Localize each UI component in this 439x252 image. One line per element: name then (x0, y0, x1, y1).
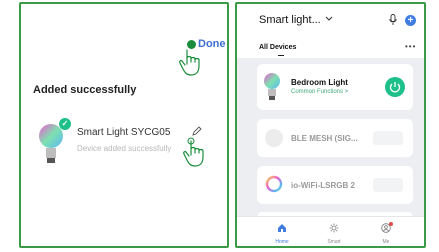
notification-badge (389, 222, 393, 226)
page-title: Added successfully (33, 84, 137, 96)
app-header: Smart light... + (237, 4, 424, 36)
tab-smart-label: Smart (327, 239, 341, 245)
device-tabs: All Devices ••• (237, 36, 424, 58)
device-bulb-image: ✓ (37, 118, 71, 170)
device-card[interactable]: BLE MESH (SIG... (257, 119, 413, 157)
tab-active-indicator (278, 55, 284, 56)
tab-home-label: Home (275, 239, 289, 245)
offline-indicator (373, 178, 403, 192)
home-selector[interactable]: Smart light... (259, 14, 321, 26)
tab-me-label: Me (382, 239, 390, 245)
bottom-tab-bar: Home Smart Me (237, 216, 424, 246)
device-card[interactable]: io-WiFi-LSRGB 2 (257, 166, 413, 204)
tab-me[interactable]: Me (371, 220, 401, 245)
chevron-down-icon[interactable] (325, 16, 333, 22)
pointer-hand-icon (179, 49, 200, 76)
led-strip-icon (265, 175, 283, 193)
device-name: Bedroom Light (291, 78, 348, 87)
device-name: Smart Light SYCG05 (77, 127, 171, 138)
device-status: Device added successfully (77, 144, 172, 153)
device-placeholder-icon (265, 129, 283, 147)
tab-all-devices[interactable]: All Devices (259, 44, 296, 51)
more-options-button[interactable]: ••• (405, 42, 416, 51)
sun-icon (329, 223, 339, 233)
power-icon (389, 82, 401, 93)
success-check-icon: ✓ (59, 118, 71, 130)
device-card[interactable]: Bedroom Light Common Functions > (257, 64, 413, 110)
bulb-icon (264, 73, 280, 100)
pointer-hand-icon (183, 137, 204, 167)
add-device-button[interactable]: + (405, 15, 416, 26)
common-functions-link[interactable]: Common Functions > (291, 89, 348, 95)
edit-pencil-icon[interactable] (192, 126, 202, 136)
tab-smart[interactable]: Smart (319, 220, 349, 245)
microphone-icon[interactable] (389, 14, 397, 25)
tab-home[interactable]: Home (267, 220, 297, 245)
device-name: BLE MESH (SIG... (291, 134, 358, 143)
power-toggle-button[interactable] (385, 77, 405, 97)
home-icon (278, 224, 286, 232)
offline-indicator (373, 131, 403, 145)
device-list-panel: Smart light... + All Devices ••• Bedroom… (235, 2, 426, 248)
add-device-result-panel: Done Added successfully ✓ Smart Light SY… (19, 2, 229, 248)
device-name: io-WiFi-LSRGB 2 (291, 181, 355, 190)
